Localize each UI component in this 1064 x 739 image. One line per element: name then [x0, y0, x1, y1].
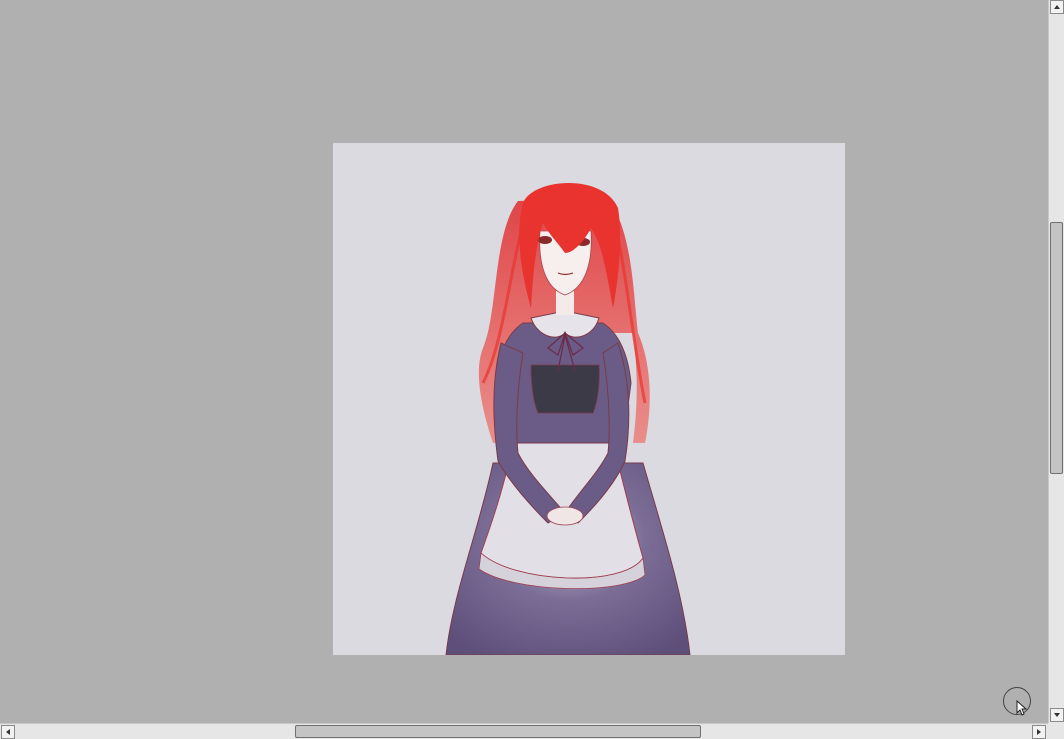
scrollbar-corner: [1048, 723, 1064, 739]
vertical-scrollbar[interactable]: [1048, 0, 1064, 723]
mouse-pointer-icon: [1016, 700, 1028, 716]
arrow-up-icon: [1054, 5, 1060, 9]
scroll-up-button[interactable]: [1050, 0, 1064, 14]
horizontal-scroll-thumb[interactable]: [295, 725, 701, 738]
bodice-panel: [530, 364, 600, 414]
arrow-left-icon: [6, 729, 10, 735]
artwork-illustration: [445, 183, 691, 655]
scroll-down-button[interactable]: [1050, 708, 1064, 722]
vertical-scroll-thumb[interactable]: [1050, 222, 1063, 474]
drawing-canvas[interactable]: [333, 143, 845, 655]
scroll-left-button[interactable]: [1, 725, 15, 739]
horizontal-scrollbar[interactable]: [0, 723, 1048, 739]
arrow-right-icon: [1037, 729, 1041, 735]
left-eye: [538, 236, 552, 244]
canvas-viewport[interactable]: [0, 0, 1048, 723]
hands: [546, 506, 584, 526]
scroll-right-button[interactable]: [1032, 725, 1046, 739]
arrow-down-icon: [1054, 713, 1060, 717]
